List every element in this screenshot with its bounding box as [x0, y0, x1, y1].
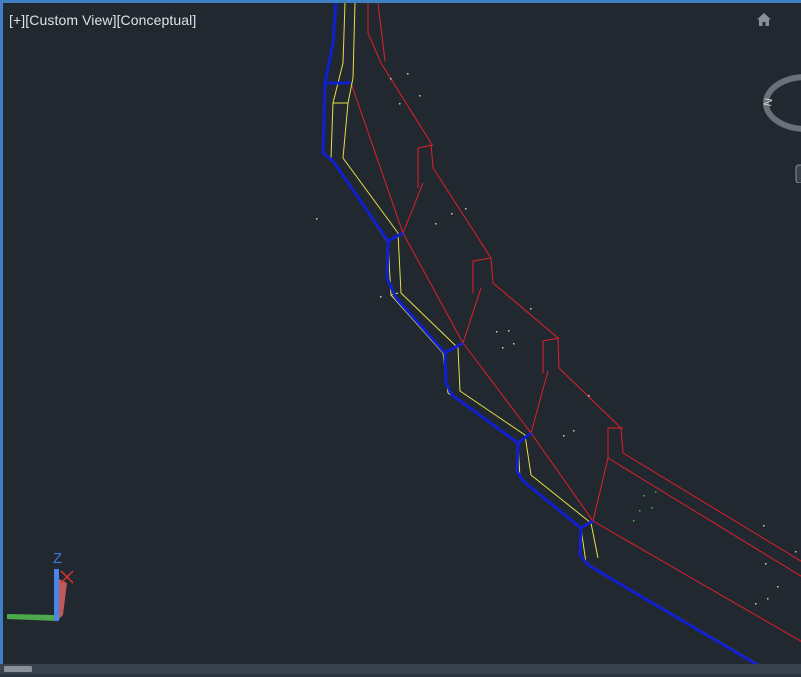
view-menu[interactable]: [Custom View]	[25, 12, 116, 28]
drawing-canvas[interactable]: Z	[3, 3, 801, 677]
viewport-controls-menu[interactable]: [+]	[9, 12, 25, 28]
ucs-z-label: Z	[53, 550, 62, 567]
viewcube-icon[interactable]: N	[761, 53, 801, 183]
compass-north-label: N	[762, 97, 775, 107]
ucs-axes-icon[interactable]: Z	[7, 550, 74, 621]
visual-style-menu[interactable]: [Conceptual]	[117, 12, 197, 28]
wall-edges-yellow	[330, 3, 774, 674]
wall-edges-blue	[321, 3, 772, 675]
scroll-handle[interactable]	[4, 666, 32, 672]
point-markers-green	[633, 491, 657, 522]
model-viewport[interactable]: Z [+][Custom View][Conceptual] N	[0, 0, 801, 677]
home-icon[interactable]	[755, 11, 773, 29]
horizontal-scrollbar[interactable]	[0, 664, 801, 674]
viewport-label: [+][Custom View][Conceptual]	[9, 12, 196, 28]
